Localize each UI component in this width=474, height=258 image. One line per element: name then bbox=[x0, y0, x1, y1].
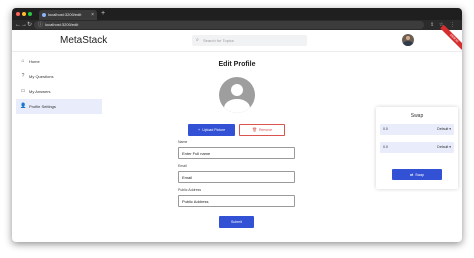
site-info-icon[interactable]: ⓘ bbox=[38, 21, 43, 29]
home-icon: ⌂ bbox=[21, 58, 25, 64]
swap-title: Swap bbox=[410, 113, 424, 119]
default-avatar-body bbox=[224, 99, 250, 113]
tab-close-icon[interactable]: × bbox=[91, 11, 94, 19]
tab-title: localhost:3200/edit bbox=[48, 12, 82, 17]
remove-picture-button[interactable]: 🗑 Remove bbox=[239, 124, 285, 136]
address-url[interactable]: localhost:3200/edit bbox=[45, 21, 78, 29]
sidebar-item-label: Profile Settings bbox=[29, 104, 56, 109]
swap-to-amount[interactable]: 0.0 bbox=[383, 142, 388, 153]
browser-window: localhost:3200/edit × + ← → ↻ ⓘ localhos… bbox=[12, 8, 462, 242]
sidebar-item-my-answers[interactable]: ▭ My Answers bbox=[16, 84, 102, 99]
swap-to-token-select[interactable]: Default ▾ bbox=[437, 142, 451, 153]
share-icon[interactable]: ⇪ bbox=[430, 21, 434, 29]
email-field[interactable] bbox=[178, 171, 295, 183]
sidebar-item-label: My Questions bbox=[29, 74, 54, 79]
swap-from-amount[interactable]: 0.0 bbox=[383, 124, 388, 135]
browser-tab[interactable]: localhost:3200/edit × bbox=[39, 10, 97, 20]
browser-menu-icon[interactable]: ⋮ bbox=[450, 21, 455, 29]
email-label: Email bbox=[178, 164, 187, 168]
maximize-window-button[interactable] bbox=[28, 12, 32, 16]
swap-to-row[interactable]: 0.0 Default ▾ bbox=[380, 142, 454, 153]
avatar-shirt bbox=[403, 41, 413, 46]
search-box[interactable]: ⌕ bbox=[192, 35, 307, 46]
address-bar[interactable]: ⓘ localhost:3200/edit bbox=[34, 21, 424, 29]
avatar-face bbox=[406, 36, 410, 40]
public-address-field[interactable] bbox=[178, 195, 295, 207]
swap-button-label: Swap bbox=[415, 173, 425, 177]
reload-icon[interactable]: ↻ bbox=[27, 21, 32, 29]
globe-icon bbox=[42, 13, 46, 17]
profile-picture bbox=[219, 77, 255, 113]
default-avatar-head bbox=[231, 84, 243, 96]
page-title: Edit Profile bbox=[218, 61, 256, 68]
swap-arrows-icon: ⇄ bbox=[409, 172, 414, 177]
remove-picture-label: Remove bbox=[259, 128, 273, 132]
sidebar-item-my-questions[interactable]: ? My Questions bbox=[16, 69, 102, 84]
name-field[interactable] bbox=[178, 147, 295, 159]
app-header: MetaStack ⌕ DEBUG bbox=[12, 24, 462, 53]
search-icon: ⌕ bbox=[196, 37, 199, 43]
swap-from-token-select[interactable]: Default ▾ bbox=[437, 124, 451, 135]
swap-from-row[interactable]: 0.0 Default ▾ bbox=[380, 124, 454, 135]
tab-bar: localhost:3200/edit × + bbox=[12, 8, 462, 20]
close-window-button[interactable] bbox=[16, 12, 20, 16]
search-input[interactable] bbox=[203, 35, 303, 46]
swap-card: Swap 0.0 Default ▾ 0.0 Default ▾ ⇄ Swap bbox=[376, 107, 458, 189]
new-tab-button[interactable]: + bbox=[101, 10, 105, 18]
comment-icon: ▭ bbox=[20, 88, 26, 94]
browser-toolbar: ← → ↻ ⓘ localhost:3200/edit ⇪ ☆ ⋮ bbox=[12, 20, 462, 30]
brand-logo[interactable]: MetaStack bbox=[60, 34, 107, 47]
public-address-label: Public Address bbox=[178, 188, 202, 192]
question-icon: ? bbox=[21, 73, 25, 79]
sidebar-item-home[interactable]: ⌂ Home bbox=[16, 54, 102, 69]
sidebar: ⌂ Home ? My Questions ▭ My Answers 👤 Pro… bbox=[16, 54, 102, 114]
avatar[interactable] bbox=[402, 34, 414, 46]
trash-icon: 🗑 bbox=[251, 127, 258, 132]
sidebar-item-profile-settings[interactable]: 👤 Profile Settings bbox=[16, 99, 102, 114]
person-icon: 👤 bbox=[20, 103, 27, 109]
upload-picture-button[interactable]: + Upload Picture bbox=[188, 124, 235, 136]
plus-icon: + bbox=[197, 127, 201, 132]
upload-picture-label: Upload Picture bbox=[202, 128, 226, 132]
submit-button[interactable]: Submit bbox=[219, 216, 254, 228]
swap-button[interactable]: ⇄ Swap bbox=[392, 169, 442, 180]
sidebar-item-label: Home bbox=[29, 59, 40, 64]
name-label: Name bbox=[178, 140, 188, 144]
minimize-window-button[interactable] bbox=[22, 12, 26, 16]
sidebar-item-label: My Answers bbox=[29, 89, 51, 94]
